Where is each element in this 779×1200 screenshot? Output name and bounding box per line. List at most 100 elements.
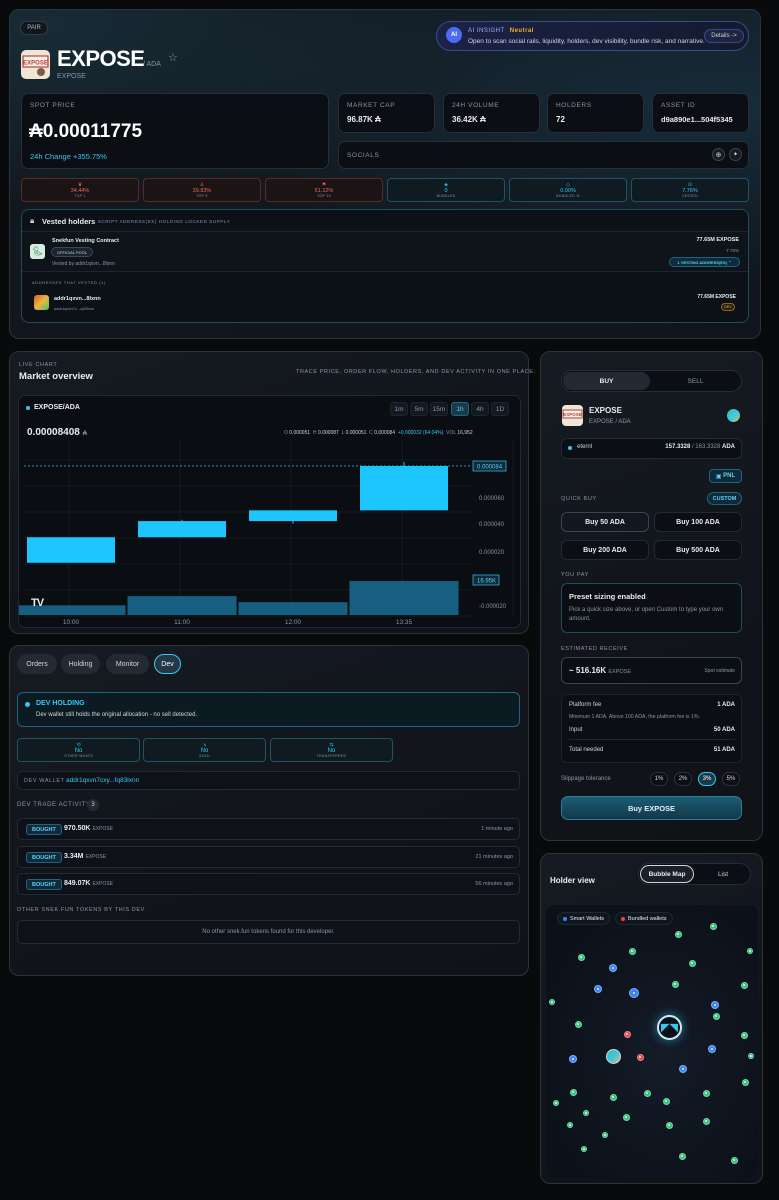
trade-row[interactable]: BOUGHT 3.34M EXPOSE 21 minutes ago bbox=[17, 846, 520, 868]
holder-bubble[interactable] bbox=[549, 999, 555, 1005]
tab-list[interactable]: List bbox=[698, 865, 748, 883]
holder-bubble[interactable] bbox=[665, 1121, 673, 1129]
vesting-addresses-button[interactable]: 1 VESTING ADDRESS(ES) ⌃ bbox=[669, 257, 740, 267]
official-pool-badge: OFFICIAL POOL bbox=[51, 247, 94, 257]
candle-body bbox=[138, 521, 226, 538]
candlestick-chart[interactable]: 0.000060 0.000040 0.000020 -0.000020 0.00008… bbox=[19, 440, 520, 627]
holder-bubble[interactable] bbox=[702, 1117, 710, 1125]
dev-wallet-address[interactable]: addr1qxvn7cxy...fq83lxnn bbox=[66, 777, 139, 784]
bought-badge: BOUGHT bbox=[26, 852, 62, 863]
holder-bubble[interactable] bbox=[702, 1089, 710, 1097]
y-tick-label: 0.000020 bbox=[479, 550, 505, 556]
holder-bubble[interactable] bbox=[622, 1113, 630, 1121]
dev-wallet-bubble[interactable] bbox=[606, 1049, 621, 1064]
dev-badge: DEV bbox=[721, 303, 735, 311]
trade-row[interactable]: BOUGHT 849.07K EXPOSE 56 minutes ago bbox=[17, 873, 520, 895]
timeframe-15m[interactable]: 15m bbox=[430, 402, 448, 416]
buy-tab[interactable]: BUY bbox=[563, 372, 650, 390]
candle-body bbox=[27, 537, 115, 563]
quick-buy-label: QUICK BUY bbox=[561, 496, 597, 502]
holder-bubble[interactable] bbox=[674, 930, 682, 938]
holder-bubble[interactable] bbox=[602, 1132, 608, 1138]
holder-bubble[interactable] bbox=[708, 1045, 716, 1053]
holders-label: HOLDERS bbox=[556, 102, 592, 109]
timeframe-1h[interactable]: 1h bbox=[451, 402, 469, 416]
tab-dev[interactable]: Dev bbox=[154, 654, 181, 674]
sell-tab[interactable]: SELL bbox=[652, 372, 739, 390]
slippage-option[interactable]: 5% bbox=[722, 772, 740, 786]
y-tick-label: 0.000060 bbox=[479, 496, 505, 502]
buy-expose-button[interactable]: Buy EXPOSE bbox=[561, 796, 742, 820]
holder-bubble[interactable] bbox=[747, 948, 753, 954]
spot-price-label: SPOT PRICE bbox=[30, 102, 76, 109]
holder-bubble[interactable] bbox=[679, 1065, 687, 1073]
token-name: EXPOSE bbox=[57, 46, 145, 71]
tab-bubble-map[interactable]: Bubble Map bbox=[640, 865, 694, 883]
holder-bubble[interactable] bbox=[594, 985, 602, 993]
holder-bubble[interactable] bbox=[678, 1152, 686, 1160]
holder-bubble[interactable] bbox=[748, 1053, 754, 1059]
bubble-map-area[interactable] bbox=[546, 905, 758, 1178]
asset-id-value[interactable]: d9a890e1...504f5345 bbox=[661, 115, 733, 124]
holder-bubble[interactable] bbox=[636, 1053, 644, 1061]
trade-time: 1 minute ago bbox=[481, 826, 513, 832]
holder-bubble[interactable] bbox=[569, 1055, 577, 1063]
holder-bubble[interactable] bbox=[730, 1156, 738, 1164]
slippage-option[interactable]: 2% bbox=[674, 772, 692, 786]
buy-50-button[interactable]: Buy 50 ADA bbox=[561, 512, 649, 532]
bought-badge: BOUGHT bbox=[26, 879, 62, 890]
tab-monitor[interactable]: Monitor bbox=[106, 654, 149, 674]
buy-500-button[interactable]: Buy 500 ADA bbox=[654, 540, 742, 560]
holder-bubble[interactable] bbox=[711, 1001, 719, 1009]
custom-button[interactable]: CUSTOM bbox=[707, 492, 742, 505]
holder-bubble[interactable] bbox=[643, 1089, 651, 1097]
timeframe-1D[interactable]: 1D bbox=[491, 402, 509, 416]
holder-bubble[interactable] bbox=[581, 1146, 587, 1152]
timeframe-4h[interactable]: 4h bbox=[471, 402, 489, 416]
holder-bubble[interactable] bbox=[609, 964, 617, 972]
website-icon[interactable]: ⊕ bbox=[712, 148, 725, 161]
estimated-value: ~ 516.16K EXPOSE bbox=[569, 666, 631, 675]
slippage-option[interactable]: 1% bbox=[650, 772, 668, 786]
tab-holding[interactable]: Holding bbox=[61, 654, 100, 674]
holder-bubble[interactable] bbox=[671, 980, 679, 988]
risk-title: TOP 1 bbox=[74, 194, 86, 198]
holder-bubble[interactable] bbox=[712, 1012, 720, 1020]
ai-details-button[interactable]: Details -> bbox=[704, 29, 744, 43]
vested-title: Vested holders bbox=[42, 217, 96, 226]
holder-bubble[interactable] bbox=[709, 922, 717, 930]
holder-bubble[interactable] bbox=[740, 981, 748, 989]
holder-bubble[interactable] bbox=[688, 959, 696, 967]
ai-insight-banner[interactable] bbox=[436, 21, 749, 51]
holder-bubble[interactable] bbox=[583, 1110, 589, 1116]
holder-bubble[interactable] bbox=[609, 1093, 617, 1101]
trade-row[interactable]: BOUGHT 970.50K EXPOSE 1 minute ago bbox=[17, 818, 520, 840]
buy-200-button[interactable]: Buy 200 ADA bbox=[561, 540, 649, 560]
holder-bubble[interactable] bbox=[577, 953, 585, 961]
pair-badge: PAIR bbox=[20, 21, 48, 35]
risk-box: ◇ 0.00% BUNDLED % bbox=[509, 178, 627, 202]
holder-bubble[interactable] bbox=[741, 1078, 749, 1086]
timeframe-5m[interactable]: 5m bbox=[410, 402, 428, 416]
trade-token-logo: EXPOSE bbox=[562, 405, 583, 426]
holder-bubble[interactable] bbox=[628, 947, 636, 955]
holder-bubble[interactable] bbox=[740, 1031, 748, 1039]
holder-bubble[interactable] bbox=[574, 1020, 582, 1028]
favorite-star-icon[interactable]: ☆ bbox=[168, 51, 178, 64]
slippage-label: Slippage tolerance bbox=[561, 776, 611, 782]
token-center-bubble[interactable]: ◤◥ bbox=[657, 1015, 682, 1040]
twitter-icon[interactable]: ✦ bbox=[729, 148, 742, 161]
pnl-button[interactable]: ▣ PNL bbox=[709, 469, 742, 483]
holder-bubble[interactable] bbox=[662, 1097, 670, 1105]
holder-bubble[interactable] bbox=[553, 1100, 559, 1106]
timeframe-1m[interactable]: 1m bbox=[390, 402, 408, 416]
holder-bubble[interactable] bbox=[629, 988, 639, 998]
chart-pair: EXPOSE/ADA bbox=[34, 404, 80, 411]
holder-bubble[interactable] bbox=[569, 1088, 577, 1096]
tab-orders[interactable]: Orders bbox=[17, 654, 57, 674]
volume-bar bbox=[238, 602, 348, 615]
holder-bubble[interactable] bbox=[623, 1030, 631, 1038]
holder-bubble[interactable] bbox=[567, 1122, 573, 1128]
slippage-option[interactable]: 3% bbox=[698, 772, 716, 786]
buy-100-button[interactable]: Buy 100 ADA bbox=[654, 512, 742, 532]
